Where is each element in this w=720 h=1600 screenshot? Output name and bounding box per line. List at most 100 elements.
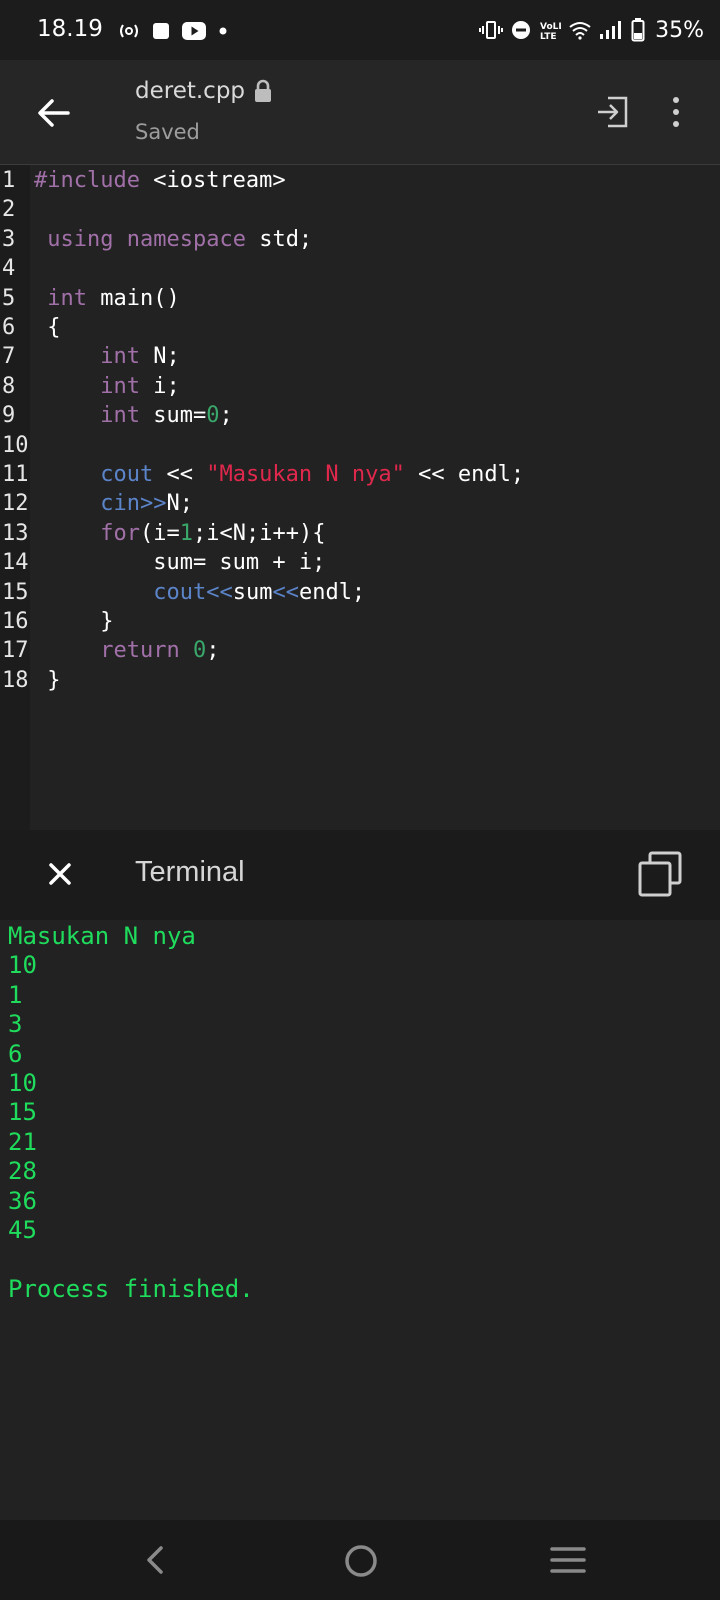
copy-icon[interactable] — [636, 850, 684, 898]
code-token: } — [34, 667, 61, 693]
wifi-icon — [569, 22, 591, 40]
status-time: 18.19 — [37, 16, 103, 42]
code-token: "Masukan N nya" — [206, 462, 405, 487]
line-number: 9 — [2, 403, 16, 429]
code-line[interactable]: 3 using namespace std; — [0, 225, 720, 255]
code-token: cout — [100, 462, 154, 487]
vibrate-icon — [479, 21, 504, 39]
status-left-icons — [118, 18, 228, 44]
code-text: } — [34, 607, 113, 637]
code-line[interactable]: 4 — [0, 254, 720, 284]
dnd-icon — [512, 21, 531, 39]
code-token: #include — [34, 168, 140, 193]
terminal-line: 36 — [8, 1186, 37, 1215]
code-token: int — [100, 344, 140, 370]
line-number: 7 — [2, 344, 16, 370]
code-text: cout << "Masukan N nya" << endl; — [34, 460, 524, 490]
signal-icon — [600, 21, 622, 39]
terminal-line: 6 — [8, 1039, 23, 1068]
code-line[interactable]: 10 — [0, 431, 720, 461]
code-token: ; — [206, 638, 220, 664]
file-title-row: deret.cpp — [135, 78, 273, 104]
code-line[interactable]: 6 { — [0, 313, 720, 343]
status-right-icons: VoLL LTE 35% — [479, 16, 704, 44]
youtube-icon — [182, 22, 206, 40]
code-token: i; — [139, 373, 180, 399]
line-number: 8 — [2, 373, 16, 399]
battery-percent: 35% — [655, 17, 704, 43]
code-token: int — [47, 285, 87, 311]
close-icon[interactable] — [44, 858, 76, 890]
line-number: 13 — [2, 520, 29, 546]
code-token: 0 — [192, 638, 207, 664]
line-number: 10 — [2, 432, 29, 458]
code-line[interactable]: 11 cout << "Masukan N nya" << endl; — [0, 460, 720, 490]
code-line[interactable]: 9 int sum=0; — [0, 401, 720, 431]
terminal-line: Process finished. — [8, 1274, 254, 1303]
code-text: using namespace std; — [34, 225, 312, 255]
dot-icon — [219, 27, 227, 35]
code-token: <iostream> — [139, 168, 286, 193]
terminal-line: 10 — [8, 951, 37, 980]
code-token: for — [100, 520, 140, 546]
run-icon[interactable] — [592, 92, 632, 132]
code-text: cout<<sum<<endl; — [34, 578, 365, 608]
code-token: << — [153, 462, 207, 487]
code-line[interactable]: 16 } — [0, 607, 720, 637]
code-line[interactable]: 13 for(i=1;i<N;i++){ — [0, 519, 720, 549]
code-text: int main() — [34, 284, 179, 314]
code-line[interactable]: 17 return 0; — [0, 636, 720, 666]
app-bar: deret.cpp Saved — [0, 60, 720, 165]
more-vert-icon[interactable] — [664, 92, 688, 132]
code-line[interactable]: 12 cin>>N; — [0, 489, 720, 519]
code-line[interactable]: 5 int main() — [0, 284, 720, 314]
terminal-output[interactable]: Masukan N nya 10 1 3 6 10 15 21 28 36 45 Process fi… — [0, 920, 720, 1520]
code-token: sum — [232, 579, 273, 605]
file-name: deret.cpp — [135, 78, 246, 104]
code-token: endl; — [298, 579, 366, 605]
code-text: int i; — [34, 372, 180, 402]
code-line[interactable]: 7 int N; — [0, 342, 720, 372]
terminal-line: 15 — [8, 1098, 37, 1127]
terminal-line: Masukan N nya — [8, 922, 196, 950]
line-number: 1 — [2, 168, 16, 193]
code-token: namespace — [126, 226, 246, 252]
terminal-title: Terminal — [135, 856, 245, 888]
terminal-line: 10 — [8, 1069, 37, 1097]
save-status: Saved — [135, 120, 200, 144]
code-line[interactable]: 2 — [0, 195, 720, 225]
nav-back-icon[interactable] — [138, 1542, 174, 1578]
code-text: } — [34, 666, 61, 696]
system-nav-bar — [0, 1520, 720, 1600]
code-token: N; — [166, 491, 193, 517]
code-editor[interactable]: 1 #include <iostream> 2 3 using namespace s… — [0, 165, 720, 830]
code-line[interactable]: 8 int i; — [0, 372, 720, 402]
code-token: return — [100, 638, 180, 664]
code-text: #include <iostream> — [34, 166, 286, 196]
code-token: cin>> — [100, 491, 167, 517]
code-line[interactable]: 18 } — [0, 666, 720, 696]
back-arrow-icon[interactable] — [34, 93, 74, 133]
line-number: 6 — [2, 315, 16, 340]
line-number: 16 — [2, 609, 29, 634]
nav-home-icon[interactable] — [342, 1542, 380, 1580]
code-line[interactable]: 1 #include <iostream> — [0, 166, 720, 196]
code-text: { — [34, 313, 61, 343]
code-text: int N; — [34, 342, 180, 372]
code-line[interactable]: 15 cout<<sum<<endl; — [0, 578, 720, 608]
lock-icon — [255, 79, 272, 102]
svg-text:LTE: LTE — [540, 32, 557, 41]
code-token: sum= sum + i; — [34, 550, 326, 576]
nav-recent-icon[interactable] — [548, 1544, 588, 1576]
code-line[interactable]: 14 sum= sum + i; — [0, 548, 720, 578]
line-number: 5 — [2, 285, 16, 311]
code-text: return 0; — [34, 636, 219, 666]
code-token: { — [34, 315, 61, 340]
